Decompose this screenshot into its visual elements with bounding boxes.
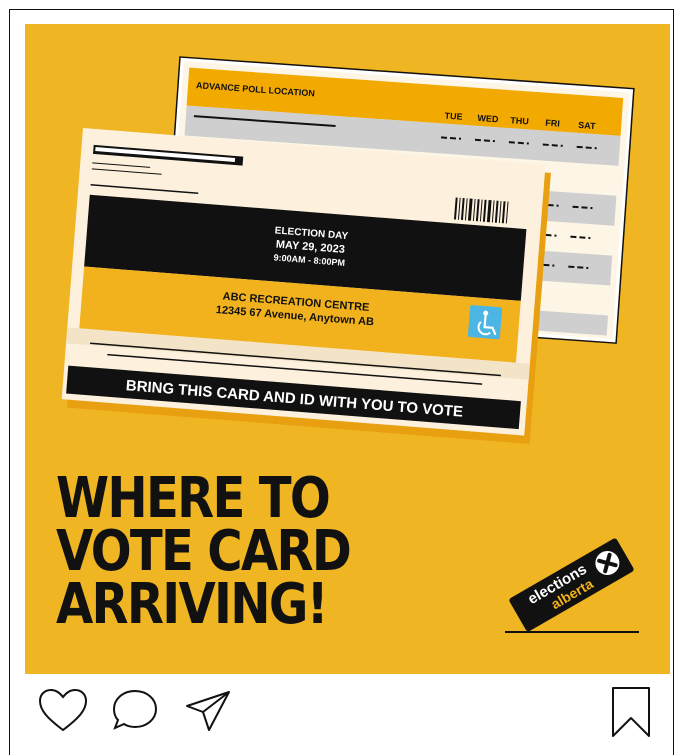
heart-icon[interactable] — [37, 686, 89, 738]
send-icon[interactable] — [183, 686, 235, 738]
headline-line-2: VOTE CARD — [56, 519, 352, 584]
post-action-bar — [25, 674, 665, 755]
where-to-vote-card: ELECTION DAY MAY 29, 2023 9:00AM - 8:00P… — [61, 128, 551, 445]
day-wed: WED — [477, 113, 499, 124]
day-tue: TUE — [444, 111, 463, 122]
day-thu: THU — [510, 115, 529, 126]
headline-line-3: ARRIVING! — [56, 572, 329, 637]
day-sat: SAT — [578, 120, 596, 131]
day-fri: FRI — [545, 118, 560, 129]
wheelchair-icon — [467, 305, 503, 340]
comment-icon[interactable] — [109, 686, 161, 738]
headline-line-1: WHERE TO — [56, 466, 331, 531]
post-image: ADVANCE POLL LOCATION TUE WED THU FRI SA… — [25, 24, 670, 674]
headline: WHERE TO VOTE CARD ARRIVING! — [56, 466, 352, 637]
bookmark-icon[interactable] — [605, 686, 657, 738]
elections-alberta-logo: elections alberta — [505, 538, 639, 633]
card-illustration: ADVANCE POLL LOCATION TUE WED THU FRI SA… — [61, 56, 635, 445]
